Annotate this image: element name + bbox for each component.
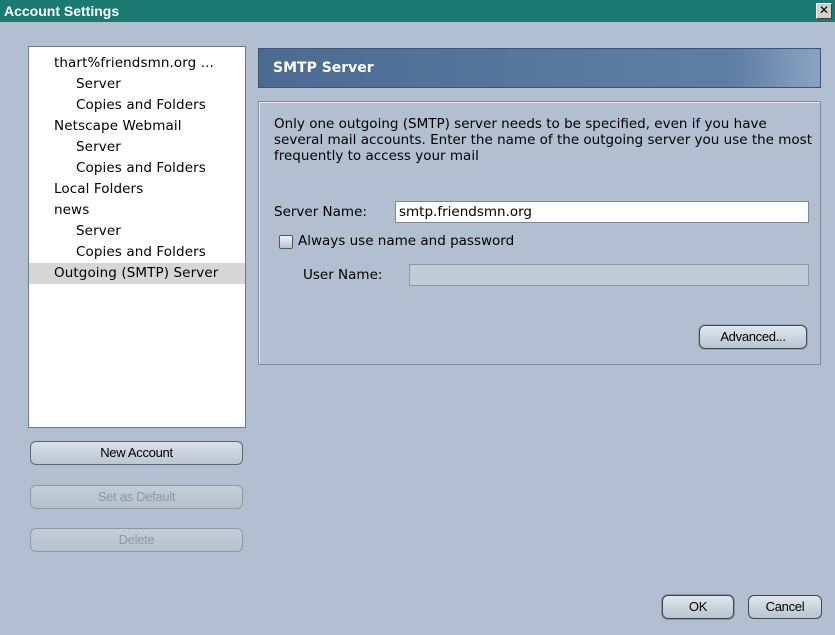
tree-item[interactable]: news bbox=[29, 200, 245, 221]
panel-header: SMTP Server bbox=[258, 48, 821, 88]
panel-title: SMTP Server bbox=[273, 60, 374, 76]
advanced-button[interactable]: Advanced... bbox=[699, 325, 807, 349]
tree-item[interactable]: Outgoing (SMTP) Server bbox=[29, 263, 245, 284]
server-name-label: Server Name: bbox=[274, 204, 367, 220]
tree-item[interactable]: Server bbox=[29, 74, 245, 95]
set-as-default-button[interactable]: Set as Default bbox=[30, 485, 243, 509]
tree-item[interactable]: Server bbox=[29, 221, 245, 242]
tree-item[interactable]: Copies and Folders bbox=[29, 158, 245, 179]
new-account-button[interactable]: New Account bbox=[30, 441, 243, 465]
cancel-button[interactable]: Cancel bbox=[748, 595, 822, 619]
smtp-settings-panel: Only one outgoing (SMTP) server needs to… bbox=[258, 101, 821, 365]
tree-item[interactable]: Copies and Folders bbox=[29, 242, 245, 263]
account-tree[interactable]: thart%friendsmn.org ... Server Copies and … bbox=[28, 46, 246, 428]
close-icon[interactable]: ✕ bbox=[816, 3, 832, 19]
tree-item[interactable]: Copies and Folders bbox=[29, 95, 245, 116]
tree-item[interactable]: Local Folders bbox=[29, 179, 245, 200]
ok-button[interactable]: OK bbox=[662, 595, 734, 619]
always-use-label[interactable]: Always use name and password bbox=[298, 233, 514, 249]
panel-description: Only one outgoing (SMTP) server needs to… bbox=[274, 116, 813, 164]
window-title: Account Settings bbox=[4, 3, 120, 19]
tree-item[interactable]: Netscape Webmail bbox=[29, 116, 245, 137]
user-name-input[interactable] bbox=[409, 264, 809, 286]
title-bar: Account Settings ✕ bbox=[0, 0, 835, 22]
tree-item[interactable]: thart%friendsmn.org ... bbox=[29, 53, 245, 74]
account-settings-window: Account Settings ✕ thart%friendsmn.org .… bbox=[0, 0, 835, 635]
server-name-input[interactable]: smtp.friendsmn.org bbox=[395, 201, 809, 223]
tree-item[interactable]: Server bbox=[29, 137, 245, 158]
always-use-checkbox[interactable] bbox=[279, 235, 293, 249]
user-name-label: User Name: bbox=[303, 267, 383, 283]
delete-button[interactable]: Delete bbox=[30, 528, 243, 552]
